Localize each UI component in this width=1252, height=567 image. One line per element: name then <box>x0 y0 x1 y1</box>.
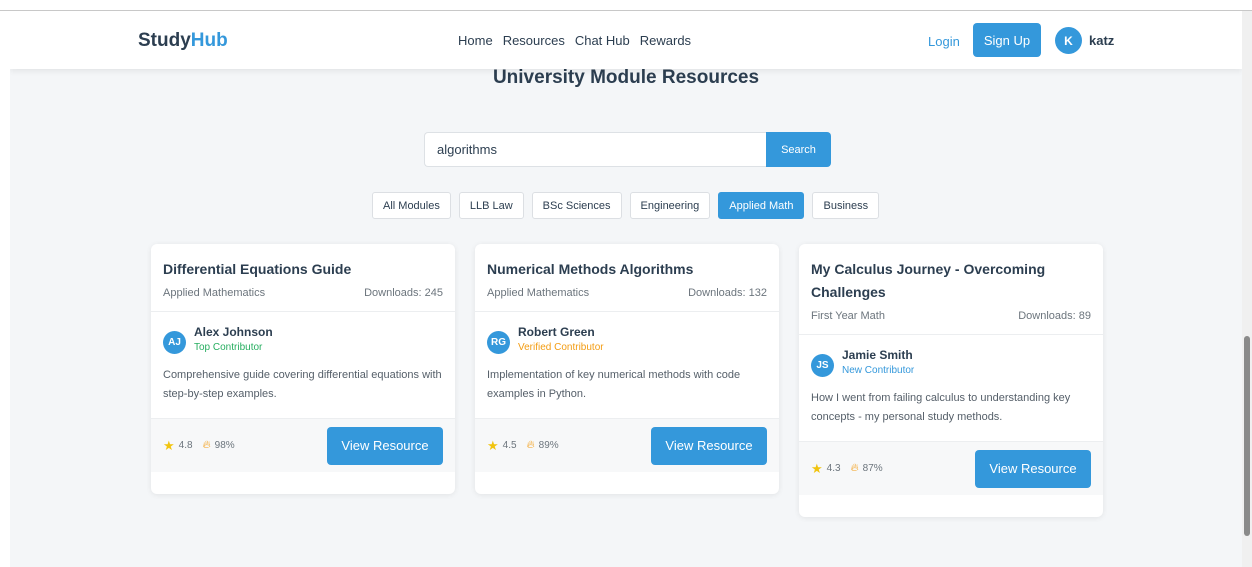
card-author: RG Robert Green Verified Contributor <box>487 325 767 354</box>
card-description: How I went from failing calculus to unde… <box>811 392 1071 423</box>
search-button[interactable]: Search <box>766 132 831 167</box>
card-stats: ★ 4.3 🔥︎ 87% <box>811 461 883 477</box>
filter-bsc-sciences[interactable]: BSc Sciences <box>531 192 622 219</box>
fire-icon: 🔥︎ <box>526 439 535 451</box>
filter-llb-law[interactable]: LLB Law <box>458 192 524 219</box>
nav-home[interactable]: Home <box>458 33 493 48</box>
nav-resources[interactable]: Resources <box>503 33 565 48</box>
card-stats: ★ 4.5 🔥︎ 89% <box>487 438 559 454</box>
card-percent: 87% <box>862 463 883 474</box>
card-category: Applied Mathematics <box>487 287 590 299</box>
author-name[interactable]: Robert Green <box>518 325 604 339</box>
main-nav: Home Resources Chat Hub Rewards <box>458 33 691 48</box>
card-author: AJ Alex Johnson Top Contributor <box>163 325 443 354</box>
resource-card: Differential Equations Guide Applied Mat… <box>151 244 455 494</box>
card-percent: 98% <box>214 440 235 451</box>
card-title[interactable]: Differential Equations Guide <box>163 258 443 281</box>
star-icon: ★ <box>811 460 823 476</box>
nav-rewards[interactable]: Rewards <box>640 33 691 48</box>
logo-study-text: Study <box>138 30 191 51</box>
module-filters: All Modules LLB Law BSc Sciences Enginee… <box>372 192 880 219</box>
card-rating: 4.3 <box>826 463 841 474</box>
card-body: JS Jamie Smith New Contributor How I wen… <box>799 335 1103 441</box>
card-downloads: Downloads: 132 <box>688 287 767 299</box>
view-resource-button[interactable]: View Resource <box>651 426 767 465</box>
user-avatar[interactable]: K <box>1055 27 1082 54</box>
card-footer: ★ 4.3 🔥︎ 87% View Resource <box>799 441 1103 495</box>
view-resource-button[interactable]: View Resource <box>327 426 443 465</box>
author-name[interactable]: Alex Johnson <box>194 325 273 339</box>
card-title[interactable]: Numerical Methods Algorithms <box>487 258 767 281</box>
site-header: StudyHub Home Resources Chat Hub Rewards… <box>10 11 1242 69</box>
card-category: First Year Math <box>811 310 885 322</box>
username[interactable]: katz <box>1089 33 1114 48</box>
card-downloads: Downloads: 89 <box>1018 310 1091 322</box>
card-description: Comprehensive guide covering differentia… <box>163 369 442 400</box>
card-category: Applied Mathematics <box>163 287 266 299</box>
author-avatar: AJ <box>163 331 186 354</box>
resource-card: Numerical Methods Algorithms Applied Mat… <box>475 244 779 494</box>
author-role-badge: Verified Contributor <box>518 342 604 353</box>
card-rating: 4.8 <box>178 440 193 451</box>
nav-chat-hub[interactable]: Chat Hub <box>575 33 630 48</box>
sign-up-button[interactable]: Sign Up <box>973 23 1041 57</box>
view-resource-button[interactable]: View Resource <box>975 449 1091 488</box>
filter-all-modules[interactable]: All Modules <box>372 192 451 219</box>
fire-icon: 🔥︎ <box>850 462 859 474</box>
filter-applied-math[interactable]: Applied Math <box>718 192 805 219</box>
site-logo[interactable]: StudyHub <box>138 30 228 52</box>
card-rating: 4.5 <box>502 440 517 451</box>
star-icon: ★ <box>487 437 499 453</box>
card-stats: ★ 4.8 🔥︎ 98% <box>163 438 235 454</box>
filter-business[interactable]: Business <box>812 192 880 219</box>
author-avatar: JS <box>811 354 834 377</box>
star-icon: ★ <box>163 437 175 453</box>
resource-card: My Calculus Journey - Overcoming Challen… <box>799 244 1103 517</box>
card-percent: 89% <box>538 440 559 451</box>
search-input[interactable] <box>424 132 767 167</box>
page-viewport: StudyHub Home Resources Chat Hub Rewards… <box>10 11 1242 567</box>
card-meta: First Year Math Downloads: 89 <box>811 310 1091 322</box>
filter-engineering[interactable]: Engineering <box>629 192 711 219</box>
card-downloads: Downloads: 245 <box>364 287 443 299</box>
card-header: Differential Equations Guide Applied Mat… <box>151 244 455 312</box>
card-footer: ★ 4.8 🔥︎ 98% View Resource <box>151 418 455 472</box>
page-scrollbar[interactable] <box>1242 11 1252 567</box>
card-author: JS Jamie Smith New Contributor <box>811 348 1091 377</box>
author-role-badge: Top Contributor <box>194 342 263 353</box>
card-header: Numerical Methods Algorithms Applied Mat… <box>475 244 779 312</box>
card-meta: Applied Mathematics Downloads: 132 <box>487 287 767 299</box>
login-link[interactable]: Login <box>928 34 960 49</box>
card-body: AJ Alex Johnson Top Contributor Comprehe… <box>151 312 455 418</box>
card-body: RG Robert Green Verified Contributor Imp… <box>475 312 779 418</box>
fire-icon: 🔥︎ <box>202 439 211 451</box>
card-description: Implementation of key numerical methods … <box>487 369 741 400</box>
card-title[interactable]: My Calculus Journey - Overcoming Challen… <box>811 258 1091 304</box>
author-avatar: RG <box>487 331 510 354</box>
page-title: University Module Resources <box>492 67 760 88</box>
card-meta: Applied Mathematics Downloads: 245 <box>163 287 443 299</box>
author-role-badge: New Contributor <box>842 365 915 376</box>
scrollbar-thumb[interactable] <box>1244 336 1250 536</box>
card-header: My Calculus Journey - Overcoming Challen… <box>799 244 1103 335</box>
author-name[interactable]: Jamie Smith <box>842 348 914 362</box>
card-footer: ★ 4.5 🔥︎ 89% View Resource <box>475 418 779 472</box>
logo-hub-text: Hub <box>190 30 228 51</box>
